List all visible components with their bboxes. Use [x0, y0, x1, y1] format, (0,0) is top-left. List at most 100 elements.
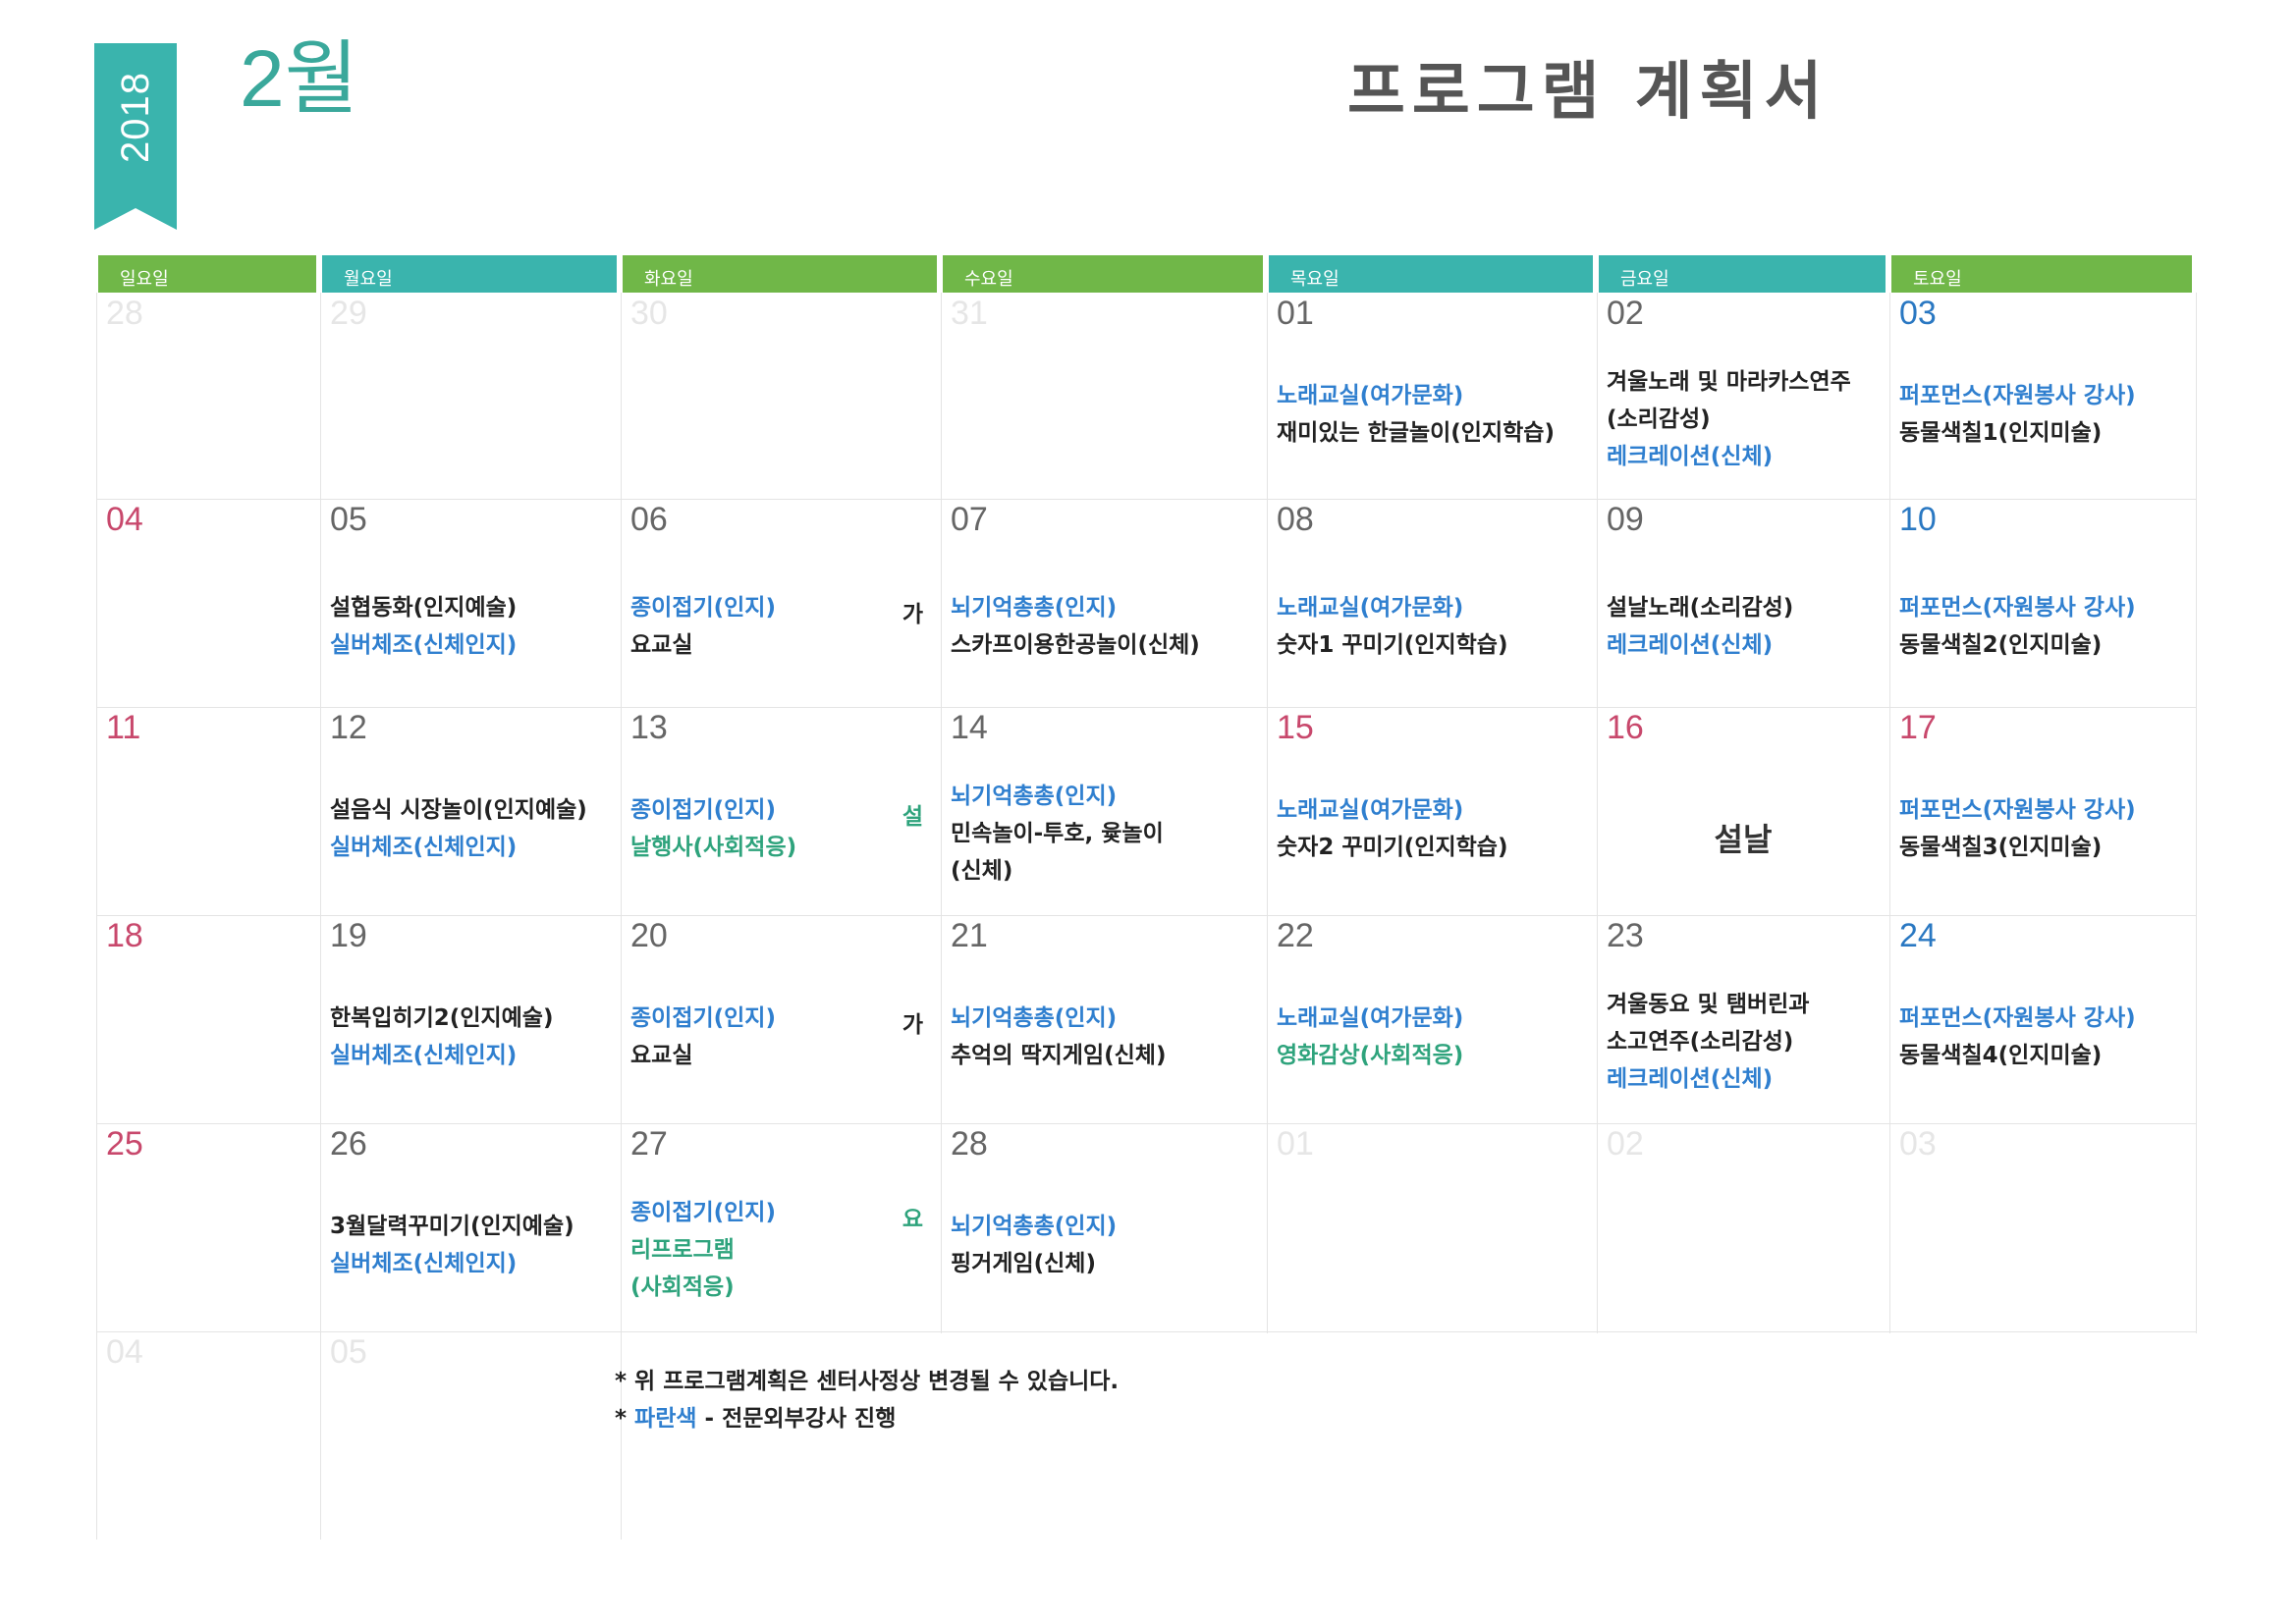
day-cell[interactable]: 24 퍼포먼스(자원봉사 강사) 동물색칠4(인지미술) [1889, 915, 2196, 1123]
day-cell[interactable]: 25 [96, 1123, 320, 1331]
program-item: 소고연주(소리감성) [1607, 1029, 1794, 1055]
program-item: 레크레이션(신체) [1607, 632, 1774, 658]
program-list: 뇌기억총총(인지) 민속놀이-투호, 윷놀이 (신체) [951, 778, 1164, 890]
program-list: 퍼포먼스(자원봉사 강사) 동물색칠4(인지미술) [1899, 1000, 2136, 1074]
day-number: 12 [330, 709, 367, 746]
program-list: 종이접기(인지) 요교실 [630, 1000, 776, 1074]
day-cell[interactable]: 01 [1267, 1123, 1597, 1331]
program-item: 설날노래(소리감성) [1607, 595, 1794, 621]
holiday-label: 설날 [1714, 821, 1773, 858]
program-list: 종이접기(인지) 날행사(사회적응) [630, 791, 796, 866]
weekday-header: 목요일 [1269, 255, 1593, 293]
program-list: 설음식 시장놀이(인지예술) 실버체조(신체인지) [330, 791, 587, 866]
program-item: 핑거게임(신체) [951, 1251, 1096, 1276]
program-item: 요교실 [630, 632, 693, 658]
day-number: 26 [330, 1125, 367, 1163]
day-number: 03 [1899, 295, 1937, 332]
day-cell[interactable]: 15 노래교실(여가문화) 숫자2 꾸미기(인지학습) [1267, 707, 1597, 915]
wrapped-syllable: 가 [902, 602, 923, 627]
day-cell[interactable]: 28 뇌기억총총(인지) 핑거게임(신체) [941, 1123, 1267, 1331]
program-item: 설음식 시장놀이(인지예술) [330, 797, 587, 823]
day-cell[interactable]: 18 [96, 915, 320, 1123]
note-line-1: * 위 프로그램계획은 센터사정상 변경될 수 있습니다. [615, 1369, 1120, 1394]
wrapped-syllable: 요 [902, 1207, 923, 1232]
day-cell[interactable]: 26 3월달력꾸미기(인지예술) 실버체조(신체인지) [320, 1123, 621, 1331]
day-cell[interactable]: 04 [96, 499, 320, 707]
day-number: 01 [1277, 1125, 1314, 1163]
program-item: 민속놀이-투호, 윷놀이 [951, 821, 1164, 846]
day-cell[interactable]: 09 설날노래(소리감성) 레크레이션(신체) [1597, 499, 1889, 707]
day-cell[interactable]: 07 뇌기억총총(인지) 스카프이용한공놀이(신체) [941, 499, 1267, 707]
program-item: (사회적응) [630, 1274, 735, 1300]
program-item: 숫자2 꾸미기(인지학습) [1277, 835, 1508, 860]
day-number: 09 [1607, 501, 1644, 538]
weekday-header: 금요일 [1599, 255, 1886, 293]
day-cell[interactable]: 12 설음식 시장놀이(인지예술) 실버체조(신체인지) [320, 707, 621, 915]
day-cell[interactable]: 10 퍼포먼스(자원봉사 강사) 동물색칠2(인지미술) [1889, 499, 2196, 707]
weekday-header: 일요일 [98, 255, 316, 293]
day-cell[interactable]: 29 [320, 293, 621, 501]
day-cell[interactable]: 01 노래교실(여가문화) 재미있는 한글놀이(인지학습) [1267, 293, 1597, 501]
day-cell[interactable]: 22 노래교실(여가문화) 영화감상(사회적응) [1267, 915, 1597, 1123]
program-item: 실버체조(신체인지) [330, 632, 518, 658]
program-item: 동물색칠4(인지미술) [1899, 1043, 2103, 1068]
day-number: 30 [630, 295, 668, 332]
day-cell[interactable]: 30 [621, 293, 941, 501]
day-cell[interactable]: 06 종이접기(인지) 요교실 가 [621, 499, 941, 707]
day-number: 01 [1277, 295, 1314, 332]
day-number: 11 [106, 709, 141, 746]
day-number: 27 [630, 1125, 668, 1163]
day-cell[interactable]: 14 뇌기억총총(인지) 민속놀이-투호, 윷놀이 (신체) [941, 707, 1267, 915]
day-cell[interactable]: 31 [941, 293, 1267, 501]
program-list: 노래교실(여가문화) 숫자2 꾸미기(인지학습) [1277, 791, 1507, 866]
day-cell[interactable]: 04 [96, 1331, 320, 1540]
day-number: 02 [1607, 295, 1644, 332]
program-item: 겨울동요 및 탬버린과 [1607, 992, 1810, 1017]
program-item: 뇌기억총총(인지) [951, 1214, 1118, 1239]
program-list: 뇌기억총총(인지) 스카프이용한공놀이(신체) [951, 589, 1200, 664]
weekday-header: 월요일 [322, 255, 617, 293]
day-cell[interactable]: 08 노래교실(여가문화) 숫자1 꾸미기(인지학습) [1267, 499, 1597, 707]
program-item: 리프로그램 [630, 1237, 735, 1263]
day-number: 24 [1899, 917, 1937, 954]
day-cell[interactable]: 21 뇌기억총총(인지) 추억의 딱지게임(신체) [941, 915, 1267, 1123]
day-cell[interactable]: 13 종이접기(인지) 날행사(사회적응) 설 [621, 707, 941, 915]
day-cell[interactable]: 20 종이접기(인지) 요교실 가 [621, 915, 941, 1123]
day-number: 04 [106, 501, 143, 538]
program-item: 노래교실(여가문화) [1277, 383, 1464, 408]
program-item: 종이접기(인지) [630, 595, 776, 621]
program-list: 퍼포먼스(자원봉사 강사) 동물색칠1(인지미술) [1899, 377, 2136, 452]
program-item: 영화감상(사회적응) [1277, 1043, 1464, 1068]
program-item: 3월달력꾸미기(인지예술) [330, 1214, 574, 1239]
day-cell[interactable]: 19 한복입히기2(인지예술) 실버체조(신체인지) [320, 915, 621, 1123]
program-item: 날행사(사회적응) [630, 835, 797, 860]
day-number: 25 [106, 1125, 143, 1163]
day-cell[interactable]: 02 겨울노래 및 마라카스연주 (소리감성) 레크레이션(신체) [1597, 293, 1889, 501]
program-item: 요교실 [630, 1043, 693, 1068]
day-cell[interactable]: 05 [320, 1331, 621, 1540]
day-cell[interactable]: 27 종이접기(인지) 리프로그램 (사회적응) 요 [621, 1123, 941, 1331]
day-cell[interactable]: 02 [1597, 1123, 1889, 1331]
day-cell[interactable]: 03 퍼포먼스(자원봉사 강사) 동물색칠1(인지미술) [1889, 293, 2196, 501]
program-item: 동물색칠3(인지미술) [1899, 835, 2103, 860]
day-cell[interactable]: 16 설날 [1597, 707, 1889, 915]
year-label-wrap: 2018 [94, 43, 177, 190]
day-cell[interactable]: 03 [1889, 1123, 2196, 1331]
day-cell[interactable]: 17 퍼포먼스(자원봉사 강사) 동물색칠3(인지미술) [1889, 707, 2196, 915]
program-item: 뇌기억총총(인지) [951, 595, 1118, 621]
wrapped-syllable: 설 [902, 804, 923, 830]
program-item: 종이접기(인지) [630, 797, 776, 823]
day-cell[interactable]: 11 [96, 707, 320, 915]
program-list: 종이접기(인지) 요교실 [630, 589, 776, 664]
program-item: (소리감성) [1607, 406, 1711, 432]
program-item: 실버체조(신체인지) [330, 1043, 518, 1068]
day-cell[interactable]: 28 [96, 293, 320, 501]
program-item: 종이접기(인지) [630, 1200, 776, 1225]
program-item: 종이접기(인지) [630, 1005, 776, 1031]
program-list: 뇌기억총총(인지) 추억의 딱지게임(신체) [951, 1000, 1166, 1074]
program-item: 실버체조(신체인지) [330, 1251, 518, 1276]
day-cell[interactable]: 05 설협동화(인지예술) 실버체조(신체인지) [320, 499, 621, 707]
day-cell[interactable]: 23 겨울동요 및 탬버린과 소고연주(소리감성) 레크레이션(신체) [1597, 915, 1889, 1123]
weekday-header: 화요일 [623, 255, 937, 293]
program-item: 뇌기억총총(인지) [951, 784, 1118, 809]
